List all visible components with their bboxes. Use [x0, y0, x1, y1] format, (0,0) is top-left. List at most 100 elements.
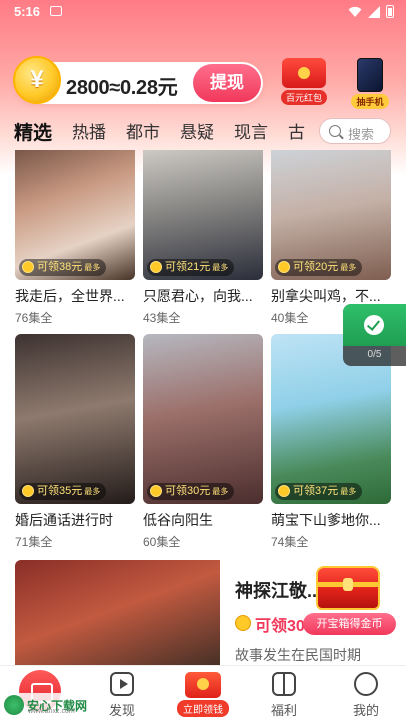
reward-amount: 可领35元 — [37, 485, 83, 497]
featured-title: 神探江敬... — [235, 581, 323, 601]
watermark-logo-icon — [4, 695, 24, 715]
drama-episodes: 60集全 — [143, 535, 181, 549]
drama-poster: 可领21元 最多 — [143, 150, 263, 280]
drama-poster: 可领30元 最多 — [143, 334, 263, 504]
red-packet-icon — [282, 58, 326, 88]
reward-suffix: 最多 — [84, 487, 101, 496]
task-progress: 0/5 — [367, 349, 382, 360]
coin-icon — [150, 261, 162, 273]
search-placeholder: 搜索 — [348, 127, 375, 142]
coin-icon — [235, 615, 251, 631]
task-banner — [343, 304, 406, 346]
reward-badge: 可领21元 最多 — [147, 259, 235, 276]
signal-icon — [368, 5, 380, 18]
nav-discover[interactable]: 发现 — [92, 672, 152, 719]
coin-icon: ¥ — [13, 56, 61, 104]
drama-poster: 可领20元 最多 — [271, 150, 391, 280]
drama-episodes: 43集全 — [143, 311, 181, 325]
status-icons — [348, 5, 394, 18]
reward-amount: 可领37元 — [293, 485, 339, 497]
drama-card[interactable]: 可领35元 最多 婚后通话进行时 71集全 — [15, 334, 135, 550]
drama-card[interactable]: 可领20元 最多 别拿尖叫鸡，不... 40集全 — [271, 150, 391, 326]
reward-suffix: 最多 — [84, 263, 101, 272]
drama-episodes: 71集全 — [15, 535, 53, 549]
category-tabs-viewport: 精选 热播 都市 悬疑 现言 古 — [0, 115, 316, 151]
drama-card[interactable]: 可领37元 最多 萌宝下山爹地你... 74集全 — [271, 334, 391, 550]
drama-card[interactable]: 可领30元 最多 低谷向阳生 60集全 — [143, 334, 263, 550]
phone-lottery-promo[interactable]: 抽手机 — [346, 58, 394, 110]
reward-suffix: 最多 — [340, 263, 357, 272]
play-icon — [110, 672, 134, 696]
drama-episodes: 76集全 — [15, 311, 53, 325]
reward-badge: 可领30元 最多 — [147, 483, 235, 500]
category-tabs: 精选 热播 都市 悬疑 现言 古 — [14, 118, 316, 148]
drama-title: 只愿君心，向我... — [143, 288, 253, 304]
nav-welfare[interactable]: 福利 — [254, 672, 314, 719]
reward-amount: 可领20元 — [293, 261, 339, 273]
drama-title: 别拿尖叫鸡，不... — [271, 288, 381, 304]
drama-card[interactable]: 可领21元 最多 只愿君心，向我... 43集全 — [143, 150, 263, 326]
notification-icon — [50, 6, 62, 16]
drama-title: 我走后，全世界... — [15, 288, 125, 304]
nav-discover-label: 发现 — [108, 703, 135, 718]
status-time: 5:16 — [14, 4, 41, 19]
drama-title: 萌宝下山爹地你... — [271, 512, 381, 528]
reward-amount: 可领30元 — [165, 485, 211, 497]
nav-mine-label: 我的 — [352, 703, 379, 718]
watermark-url: www.anxz.com — [28, 708, 75, 715]
coin-icon — [22, 261, 34, 273]
open-chest-button[interactable]: 开宝箱得金币 — [303, 613, 396, 635]
tab-ancient[interactable]: 古 — [288, 118, 305, 148]
nav-earn[interactable]: 立即领钱 — [173, 672, 233, 718]
drama-title: 低谷向阳生 — [143, 512, 213, 528]
red-packet-icon — [185, 672, 221, 698]
battery-icon — [386, 5, 394, 18]
coin-balance-card[interactable]: ¥ 2800≈0.28元 提现 — [13, 56, 263, 104]
search-input[interactable]: 搜索 — [319, 118, 391, 144]
reward-badge: 可领20元 最多 — [275, 259, 363, 276]
drama-episodes: 74集全 — [271, 535, 309, 549]
red-packet-label: 百元红包 — [280, 90, 327, 105]
reward-suffix: 最多 — [212, 263, 229, 272]
reward-badge: 可领38元 最多 — [19, 259, 107, 276]
nav-mine[interactable]: 我的 — [336, 672, 396, 719]
drama-title: 婚后通话进行时 — [15, 512, 113, 528]
reward-amount: 可领21元 — [165, 261, 211, 273]
phone-lottery-label: 抽手机 — [351, 94, 389, 109]
coin-icon — [278, 485, 290, 497]
gift-icon — [272, 672, 296, 696]
tab-featured[interactable]: 精选 — [14, 118, 52, 148]
drama-poster: 可领38元 最多 — [15, 150, 135, 280]
featured-description: 故事发生在民国时期 — [235, 647, 361, 663]
tab-modern-romance[interactable]: 现言 — [234, 118, 268, 148]
coin-balance: 2800≈0.28元 — [66, 77, 178, 99]
red-packet-promo[interactable]: 百元红包 — [276, 58, 332, 106]
featured-poster[interactable] — [15, 560, 220, 665]
nav-welfare-label: 福利 — [270, 703, 297, 718]
tab-urban[interactable]: 都市 — [126, 118, 160, 148]
tab-popular[interactable]: 热播 — [72, 118, 106, 148]
checkmark-icon — [364, 315, 384, 335]
reward-amount: 可领38元 — [37, 261, 83, 273]
reward-badge: 可领35元 最多 — [19, 483, 107, 500]
status-bar: 5:16 — [0, 0, 406, 24]
nav-earn-label: 立即领钱 — [177, 700, 229, 717]
tab-suspense[interactable]: 悬疑 — [180, 118, 214, 148]
withdraw-button[interactable]: 提现 — [193, 64, 261, 102]
task-progress-widget[interactable]: 0/5 — [343, 304, 406, 366]
watermark: 安心下载网 www.anxz.com — [4, 693, 92, 717]
reward-badge: 可领37元 最多 — [275, 483, 363, 500]
search-icon — [329, 125, 341, 137]
featured-reward-amount: 可领30 — [255, 618, 305, 635]
reward-suffix: 最多 — [212, 487, 229, 496]
drama-poster: 可领35元 最多 — [15, 334, 135, 504]
wifi-icon — [348, 6, 362, 17]
drama-card[interactable]: 可领38元 最多 我走后，全世界... 76集全 — [15, 150, 135, 326]
profile-icon — [354, 672, 378, 696]
phone-icon — [357, 58, 383, 92]
coin-icon — [278, 261, 290, 273]
coin-icon — [22, 485, 34, 497]
treasure-chest-icon[interactable] — [316, 566, 380, 610]
coin-icon — [150, 485, 162, 497]
reward-suffix: 最多 — [340, 487, 357, 496]
